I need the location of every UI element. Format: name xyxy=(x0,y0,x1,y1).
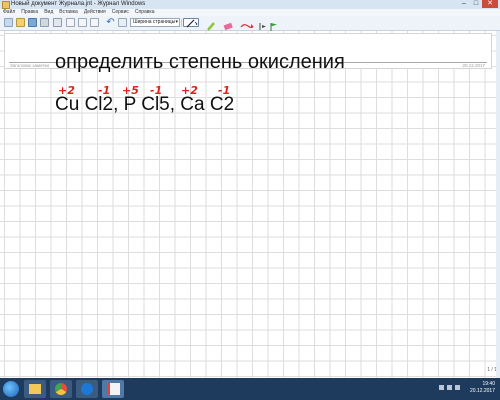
selection-icon[interactable] xyxy=(240,18,254,29)
page-icon[interactable] xyxy=(118,18,127,27)
copy-icon[interactable] xyxy=(66,18,75,27)
cut-icon[interactable] xyxy=(53,18,62,27)
taskbar-journal-icon[interactable] xyxy=(102,380,124,398)
journal-page[interactable]: Заголовок заметки 20.12.2017 определить … xyxy=(0,31,500,378)
tray-language-icon[interactable] xyxy=(455,385,460,390)
maximize-button[interactable]: □ xyxy=(470,0,482,8)
taskbar-chrome-icon[interactable] xyxy=(50,380,72,398)
highlighter-icon[interactable] xyxy=(206,18,218,31)
start-button[interactable] xyxy=(3,381,19,397)
chevron-down-icon: ▾ xyxy=(175,19,178,25)
system-tray-icons xyxy=(439,385,460,390)
undo-icon[interactable]: ↶ xyxy=(106,18,115,28)
save-icon[interactable] xyxy=(28,18,37,27)
redo-icon[interactable] xyxy=(90,18,99,27)
window-title: Новый документ Журнала.jnt - Журнал Wind… xyxy=(11,1,146,7)
open-icon[interactable] xyxy=(16,18,25,27)
toolbar: ↶ Ширина страницы ▾ xyxy=(0,16,500,31)
window-controls: – □ ✕ xyxy=(458,0,498,9)
eraser-icon[interactable] xyxy=(222,18,236,31)
note-date: 20.12.2017 xyxy=(462,63,485,68)
flag-icon[interactable] xyxy=(268,18,280,31)
menu-insert[interactable]: Вставка xyxy=(59,9,78,16)
menu-help[interactable]: Справка xyxy=(135,9,155,16)
journal-app-icon xyxy=(2,1,10,9)
minimize-button[interactable]: – xyxy=(458,0,470,8)
tray-network-icon[interactable] xyxy=(439,385,444,390)
handwritten-heading: определить степень окисления xyxy=(55,51,345,73)
taskbar-skype-icon[interactable] xyxy=(76,380,98,398)
vertical-scrollbar[interactable] xyxy=(496,31,500,378)
close-button[interactable]: ✕ xyxy=(482,0,498,8)
note-title-placeholder[interactable]: Заголовок заметки xyxy=(10,63,49,68)
toolbar-separator xyxy=(181,19,182,27)
system-clock[interactable]: 19:40 20.12.2017 xyxy=(470,381,495,395)
menu-file[interactable]: Файл xyxy=(3,9,15,16)
clock-time: 19:40 xyxy=(482,381,495,387)
find-icon[interactable] xyxy=(40,18,49,27)
menu-edit[interactable]: Правка xyxy=(21,9,38,16)
handwritten-formula: Cu Cl2, P Cl5, Ca C2 xyxy=(55,94,235,115)
menu-actions[interactable]: Действия xyxy=(84,9,106,16)
zoom-select-value: Ширина страницы xyxy=(133,19,176,25)
menu-tools[interactable]: Сервис xyxy=(112,9,129,16)
paste-icon[interactable] xyxy=(78,18,87,27)
clock-date: 20.12.2017 xyxy=(469,388,495,394)
taskbar-explorer-icon[interactable] xyxy=(24,380,46,398)
tray-volume-icon[interactable] xyxy=(447,385,452,390)
menu-view[interactable]: Вид xyxy=(44,9,53,16)
taskbar: 19:40 20.12.2017 xyxy=(0,378,500,400)
pen-icon[interactable] xyxy=(183,18,199,28)
zoom-select[interactable]: Ширина страницы ▾ xyxy=(130,18,180,27)
menu-bar: Файл Правка Вид Вставка Действия Сервис … xyxy=(0,9,500,16)
new-icon[interactable] xyxy=(4,18,13,27)
